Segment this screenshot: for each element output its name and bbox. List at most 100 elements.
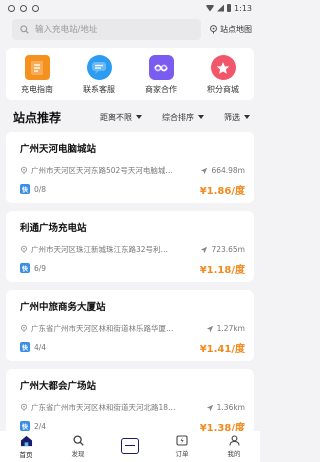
caret-down-icon <box>198 115 204 119</box>
system-icons: 1:13 <box>206 4 252 13</box>
search-placeholder: 输入充电站/地址 <box>35 25 98 35</box>
battery-icon <box>227 4 232 12</box>
tab-label: 我的 <box>227 450 241 458</box>
menu-item-charging-guide[interactable]: 充电指南 <box>9 55 65 95</box>
star-icon <box>210 55 236 80</box>
available-slots: 0/8 <box>34 184 47 194</box>
quick-menu: 充电指南 联系客服 商家合作 积分商城 <box>6 48 254 100</box>
station-card[interactable]: 利通广场充电站 广州市天河区珠江新城珠江东路32号利… 723.65m 快 6/… <box>6 211 254 282</box>
filter-label: 距离不限 <box>100 112 132 122</box>
notification-icons <box>8 4 39 12</box>
navigation-arrow-icon <box>206 404 213 411</box>
available-slots: 2/4 <box>34 421 47 431</box>
station-card[interactable]: 广州天河电脑城站 广州市天河区天河东路502号天河电脑城… 664.98m 快 … <box>6 132 254 203</box>
station-price: ¥1.18/度 <box>199 264 245 276</box>
distance: 664.98m <box>200 166 245 175</box>
location-pin-icon <box>20 403 28 412</box>
fast-charge-badge: 快 <box>20 421 30 431</box>
distance-value: 723.65m <box>211 245 245 254</box>
station-name: 广州大都会广场站 <box>20 381 97 392</box>
navigation-arrow-icon <box>201 246 208 253</box>
menu-item-points-mall[interactable]: 积分商城 <box>195 55 251 95</box>
menu-item-customer-service[interactable]: 联系客服 <box>71 55 127 95</box>
tab-home[interactable]: 首页 <box>6 435 46 459</box>
station-address: 广州市天河区珠江新城珠江东路32号利… <box>31 245 169 254</box>
location-pin-icon <box>20 245 28 254</box>
signal-icon <box>217 4 225 12</box>
bottom-tab-bar: 首页 发现 订单 我的 <box>0 431 260 462</box>
available-slots: 6/9 <box>34 263 47 273</box>
menu-label: 联系客服 <box>83 85 115 94</box>
wifi-icon <box>206 4 215 12</box>
station-card[interactable]: 广州大都会广场站 广东省广州市天河区林和街道天河北路18… 1.36km 快 2… <box>6 369 254 440</box>
order-icon <box>176 435 188 446</box>
distance-filter[interactable]: 距离不限 <box>100 112 142 123</box>
fast-charge-badge: 快 <box>20 342 30 352</box>
caret-down-icon <box>136 115 142 119</box>
distance: 723.65m <box>200 245 245 254</box>
distance-value: 664.98m <box>211 166 245 175</box>
distance-value: 1.36km <box>216 403 245 412</box>
station-address: 广州市天河区天河东路502号天河电脑城… <box>31 166 173 175</box>
sort-filter[interactable]: 综合排序 <box>162 112 204 123</box>
station-name: 利通广场充电站 <box>20 223 87 234</box>
station-map-label: 站点地图 <box>220 24 252 34</box>
menu-label: 积分商城 <box>207 85 239 94</box>
station-card[interactable]: 广州中旅商务大厦站 广东省广州市天河区林和街道林乐路华厦… 1.27km 快 4… <box>6 290 254 361</box>
location-pin-icon <box>20 324 28 333</box>
station-price: ¥1.86/度 <box>199 185 245 197</box>
available-slots: 4/4 <box>34 342 47 352</box>
address-row: 广东省广州市天河区林和街道林乐路华厦… 1.27km <box>20 323 245 334</box>
tab-label: 发现 <box>71 450 85 458</box>
card-footer: 快 6/9 ¥1.18/度 <box>20 262 245 276</box>
station-name: 广州天河电脑城站 <box>20 144 97 155</box>
chat-icon <box>86 55 112 80</box>
distance: 1.36km <box>206 403 245 412</box>
search-input[interactable]: 输入充电站/地址 <box>12 18 201 40</box>
tab-label: 订单 <box>175 450 189 458</box>
screen-filter[interactable]: 筛选 <box>224 112 250 123</box>
tab-discover[interactable]: 发现 <box>58 435 98 458</box>
home-icon <box>20 435 32 446</box>
tab-scan[interactable] <box>110 437 150 454</box>
notification-icon <box>8 4 15 12</box>
station-list: 广州天河电脑城站 广州市天河区天河东路502号天河电脑城… 664.98m 快 … <box>0 132 260 440</box>
menu-item-business-cooperation[interactable]: 商家合作 <box>133 55 189 95</box>
menu-label: 充电指南 <box>21 85 53 94</box>
address-row: 广州市天河区珠江新城珠江东路32号利… 723.65m <box>20 244 245 255</box>
distance-value: 1.27km <box>216 324 245 333</box>
navigation-arrow-icon <box>206 325 213 332</box>
location-pin-icon <box>20 166 28 175</box>
card-footer: 快 4/4 ¥1.41/度 <box>20 341 245 355</box>
fast-charge-badge: 快 <box>20 184 30 194</box>
notification-icon <box>32 4 39 12</box>
station-name: 广州中旅商务大厦站 <box>20 302 106 313</box>
search-icon <box>20 24 29 34</box>
station-map-button[interactable]: 站点地图 <box>209 24 252 35</box>
station-address: 广东省广州市天河区林和街道天河北路18… <box>31 403 176 412</box>
navigation-arrow-icon <box>201 167 208 174</box>
station-price: ¥1.41/度 <box>199 343 245 355</box>
status-bar: 1:13 <box>0 0 260 16</box>
section-title: 站点推荐 <box>13 110 62 125</box>
tab-label: 首页 <box>19 450 33 459</box>
tab-profile[interactable]: 我的 <box>214 435 254 458</box>
search-row: 输入充电站/地址 站点地图 <box>0 16 260 40</box>
address-row: 广东省广州市天河区林和街道天河北路18… 1.36km <box>20 402 245 413</box>
station-address: 广东省广州市天河区林和街道林乐路华厦… <box>31 324 174 333</box>
fast-charge-badge: 快 <box>20 263 30 273</box>
tab-orders[interactable]: 订单 <box>162 435 202 458</box>
handshake-icon <box>148 55 174 80</box>
distance: 1.27km <box>206 324 245 333</box>
profile-icon <box>228 435 240 446</box>
location-pin-icon <box>210 24 217 34</box>
caret-down-icon <box>244 115 250 119</box>
filter-label: 筛选 <box>224 112 240 122</box>
scan-icon <box>121 437 139 454</box>
clock: 1:13 <box>234 3 252 13</box>
notification-icon <box>20 4 27 12</box>
search-icon <box>72 435 84 446</box>
filter-label: 综合排序 <box>162 112 194 122</box>
card-footer: 快 0/8 ¥1.86/度 <box>20 183 245 197</box>
menu-label: 商家合作 <box>145 85 177 94</box>
